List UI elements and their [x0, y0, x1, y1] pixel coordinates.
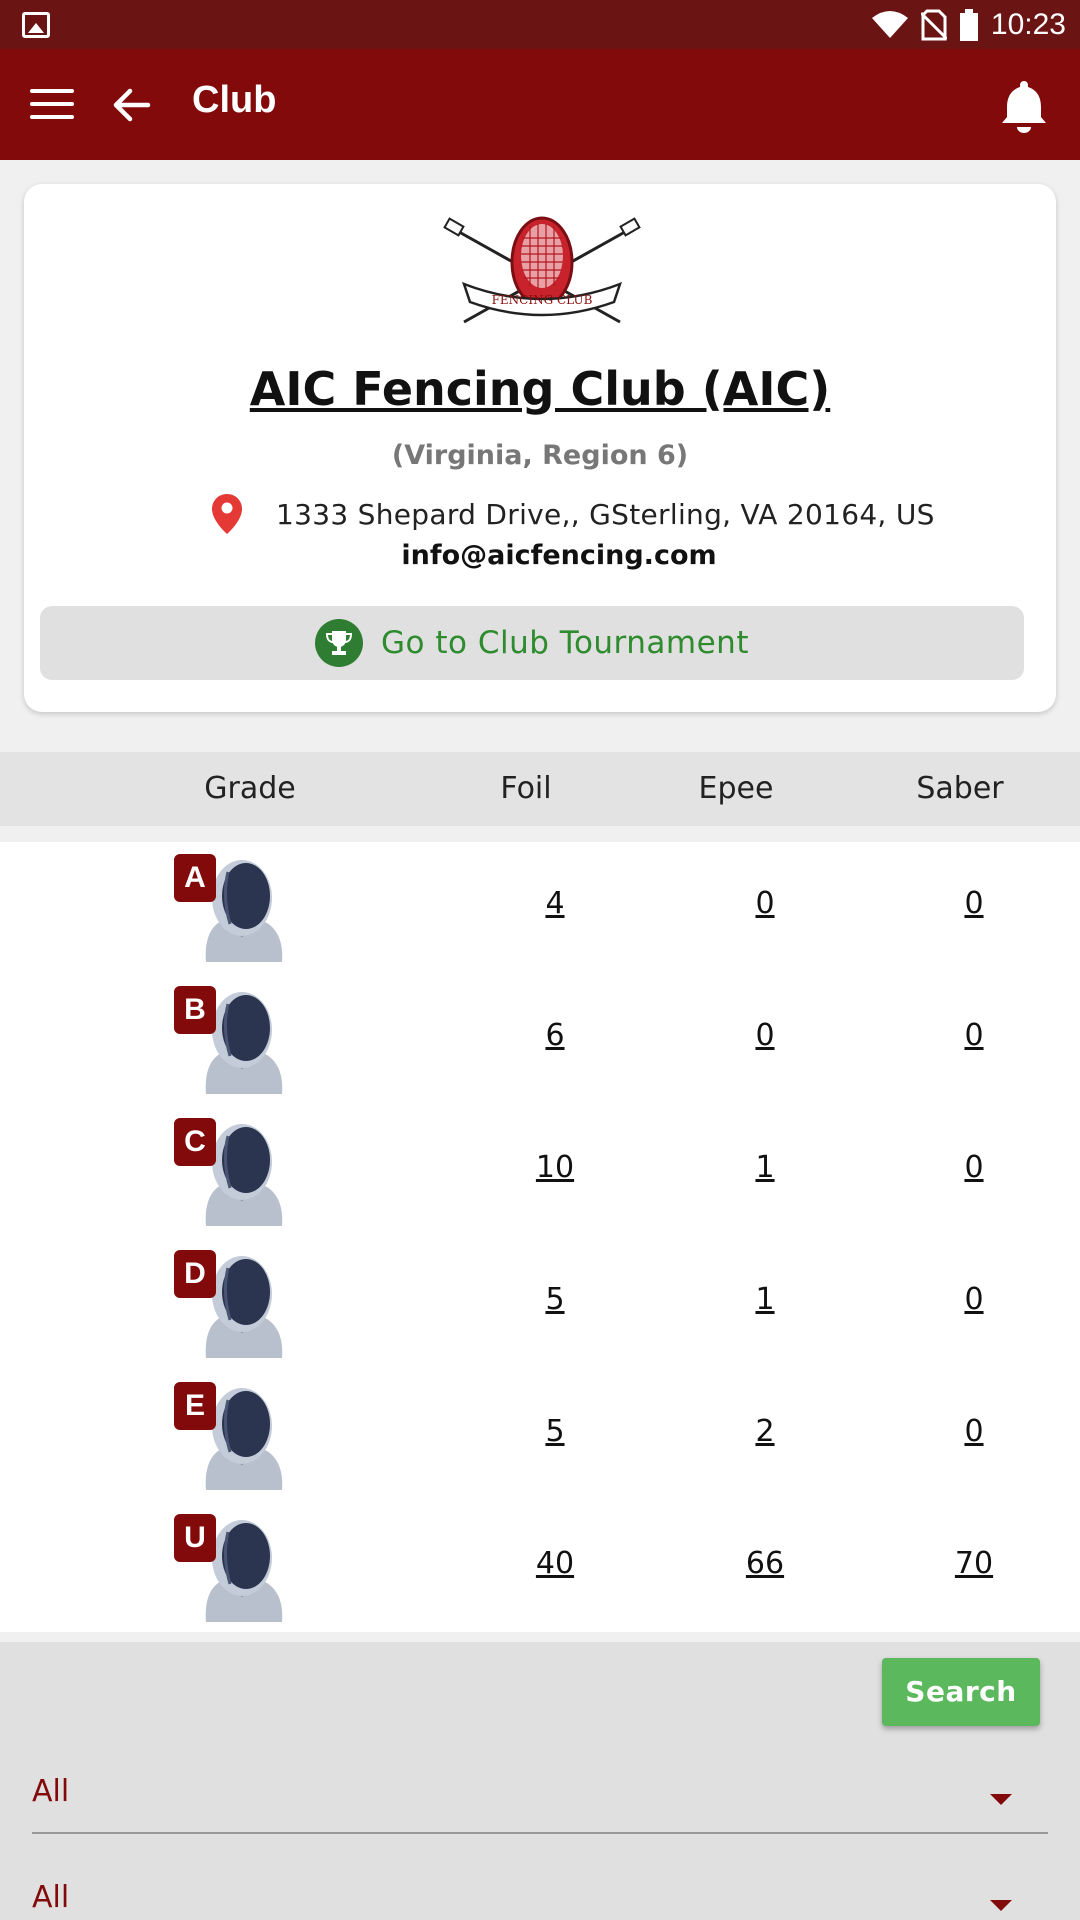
epee-count[interactable]: 0: [725, 886, 805, 921]
club-logo: FENCING CLUB: [443, 216, 641, 324]
saber-count[interactable]: 0: [934, 1150, 1014, 1185]
foil-count[interactable]: 6: [515, 1018, 595, 1053]
tournament-button-label: Go to Club Tournament: [381, 625, 749, 661]
logo-text: FENCING CLUB: [492, 293, 593, 307]
page-title: Club: [192, 79, 277, 121]
grade-table-header: Grade Foil Epee Saber: [0, 752, 1080, 826]
back-arrow-icon[interactable]: [108, 81, 156, 129]
foil-count[interactable]: 4: [515, 886, 595, 921]
saber-count[interactable]: 0: [934, 886, 1014, 921]
epee-count[interactable]: 1: [725, 1150, 805, 1185]
table-row: D 5 1 0: [0, 1238, 1080, 1370]
epee-count[interactable]: 0: [725, 1018, 805, 1053]
status-time: 10:23: [990, 7, 1066, 41]
dropdown-caret-icon: [990, 1794, 1012, 1805]
filter-select-1[interactable]: All: [32, 1744, 1048, 1834]
filter-select-2[interactable]: All: [32, 1850, 1048, 1920]
image-notification-icon: [22, 12, 50, 38]
table-row: B 6 0 0: [0, 974, 1080, 1106]
app-bar: Club: [0, 49, 1080, 160]
table-row: E 5 2 0: [0, 1370, 1080, 1502]
club-card: FENCING CLUB AIC Fencing Club (AIC) (Vir…: [24, 184, 1056, 712]
epee-count[interactable]: 1: [725, 1282, 805, 1317]
foil-count[interactable]: 10: [515, 1150, 595, 1185]
club-address: 1333 Shepard Drive,, GSterling, VA 20164…: [276, 497, 935, 531]
fencer-avatar: E: [174, 1382, 286, 1492]
grade-badge: A: [174, 854, 216, 902]
location-pin-icon: [212, 494, 242, 534]
header-foil: Foil: [500, 771, 552, 806]
header-epee: Epee: [698, 771, 774, 806]
saber-count[interactable]: 0: [934, 1018, 1014, 1053]
fencer-avatar: A: [174, 854, 286, 964]
foil-count[interactable]: 5: [515, 1282, 595, 1317]
saber-count[interactable]: 0: [934, 1414, 1014, 1449]
go-to-tournament-button[interactable]: Go to Club Tournament: [40, 606, 1024, 680]
grade-badge: D: [174, 1250, 216, 1298]
grade-badge: U: [174, 1514, 216, 1562]
status-bar: 10:23: [0, 0, 1080, 49]
table-row: A 4 0 0: [0, 842, 1080, 974]
grade-badge: B: [174, 986, 216, 1034]
epee-count[interactable]: 2: [725, 1414, 805, 1449]
battery-icon: [959, 8, 978, 41]
header-grade: Grade: [204, 771, 296, 806]
fencer-avatar: U: [174, 1514, 286, 1624]
table-row: U 40 66 70: [0, 1502, 1080, 1634]
fencer-avatar: C: [174, 1118, 286, 1228]
filter-select-1-value: All: [32, 1774, 70, 1809]
foil-count[interactable]: 5: [515, 1414, 595, 1449]
club-name[interactable]: AIC Fencing Club (AIC): [24, 362, 1056, 416]
saber-count[interactable]: 70: [934, 1546, 1014, 1581]
fencer-avatar: B: [174, 986, 286, 1096]
wifi-icon: [871, 10, 908, 38]
saber-count[interactable]: 0: [934, 1282, 1014, 1317]
bell-icon[interactable]: [998, 77, 1050, 133]
filter-section: Search All All: [0, 1642, 1080, 1920]
header-saber: Saber: [916, 771, 1004, 806]
fencer-avatar: D: [174, 1250, 286, 1360]
foil-count[interactable]: 40: [515, 1546, 595, 1581]
filter-select-2-value: All: [32, 1880, 70, 1915]
menu-icon[interactable]: [30, 87, 74, 121]
search-button[interactable]: Search: [882, 1658, 1040, 1726]
grade-badge: C: [174, 1118, 216, 1166]
no-sim-icon: [920, 9, 947, 40]
grade-badge: E: [174, 1382, 216, 1430]
trophy-icon: [315, 619, 364, 667]
epee-count[interactable]: 66: [725, 1546, 805, 1581]
grade-table-body: A 4 0 0 B 6 0 0 C 10 1 0 D 5 1 0 E 5 2 0…: [0, 842, 1080, 1632]
address-row: 1333 Shepard Drive,, GSterling, VA 20164…: [210, 492, 935, 536]
table-row: C 10 1 0: [0, 1106, 1080, 1238]
club-region: (Virginia, Region 6): [391, 440, 689, 471]
dropdown-caret-icon: [990, 1900, 1012, 1911]
club-email[interactable]: info@aicfencing.com: [24, 540, 1080, 571]
